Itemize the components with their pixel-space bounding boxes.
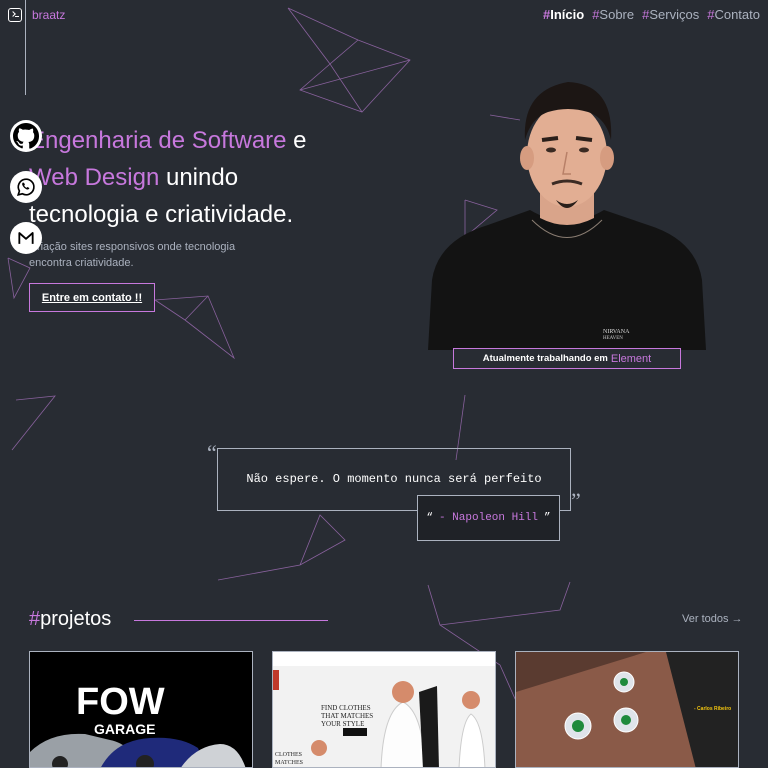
status-badge: Atualmente trabalhando em Element <box>453 348 681 369</box>
fow-logo: FOW <box>76 681 165 723</box>
brand-name: braatz <box>32 8 66 22</box>
logo[interactable]: braatz <box>8 8 65 22</box>
gmail-link[interactable] <box>10 222 42 254</box>
project-card-jewelry[interactable]: - Carlos Ribeiro <box>515 651 739 768</box>
nav-item-contato[interactable]: #Contato <box>707 7 760 22</box>
project-card-fow[interactable]: FOW GARAGE <box>29 651 253 768</box>
header: braatz #Início #Sobre #Serviços #Contato <box>0 0 768 30</box>
quote-text: Não espere. O momento nunca será perfeit… <box>246 471 542 486</box>
quote-close-mark: ” <box>571 488 581 513</box>
project-card-clothes[interactable]: FIND CLOTHES THAT MATCHES YOUR STYLE CLO… <box>272 651 496 768</box>
garage-logo: GARAGE <box>94 721 155 737</box>
see-all-link[interactable]: Ver todos → <box>682 613 743 625</box>
svg-text:NIRVANA: NIRVANA <box>603 329 630 335</box>
svg-text:THAT MATCHES: THAT MATCHES <box>321 712 373 720</box>
projects-title: #projetos <box>29 608 112 630</box>
nav-item-inicio[interactable]: #Início <box>543 7 584 22</box>
hero-title: Engenharia de Software e Web Design unin… <box>29 127 307 228</box>
quote-author: “ - Napoleon Hill ” <box>417 495 560 541</box>
nav-item-servicos[interactable]: #Serviços <box>642 7 699 22</box>
gmail-icon <box>18 232 34 244</box>
nav-item-sobre[interactable]: #Sobre <box>592 7 634 22</box>
profile-photo: NIRVANA HEAVEN <box>428 70 706 350</box>
hero-subtitle: Criação sites responsivos onde tecnologi… <box>29 241 236 269</box>
whatsapp-icon <box>16 178 35 196</box>
whatsapp-link[interactable] <box>10 171 42 203</box>
quote-author-name: - Napoleon Hill <box>438 512 539 524</box>
jewelry-quote-author: - Carlos Ribeiro <box>694 706 731 712</box>
quote-open-mark: “ <box>207 440 217 465</box>
status-company: Element <box>610 352 652 365</box>
github-link[interactable] <box>10 120 42 152</box>
main-nav: #Início #Sobre #Serviços #Contato <box>543 7 760 22</box>
projects-divider <box>134 620 328 621</box>
terminal-icon <box>8 8 22 22</box>
svg-text:HEAVEN: HEAVEN <box>603 336 623 341</box>
svg-text:YOUR STYLE: YOUR STYLE <box>321 720 364 728</box>
svg-text:MATCHES: MATCHES <box>275 760 303 766</box>
svg-text:CLOTHES: CLOTHES <box>275 752 302 758</box>
contact-button[interactable]: Entre em contato !! <box>29 283 155 312</box>
status-prefix: Atualmente trabalhando em <box>482 353 608 364</box>
social-divider <box>25 0 26 95</box>
github-icon <box>13 123 39 149</box>
svg-text:FIND CLOTHES: FIND CLOTHES <box>321 704 371 712</box>
